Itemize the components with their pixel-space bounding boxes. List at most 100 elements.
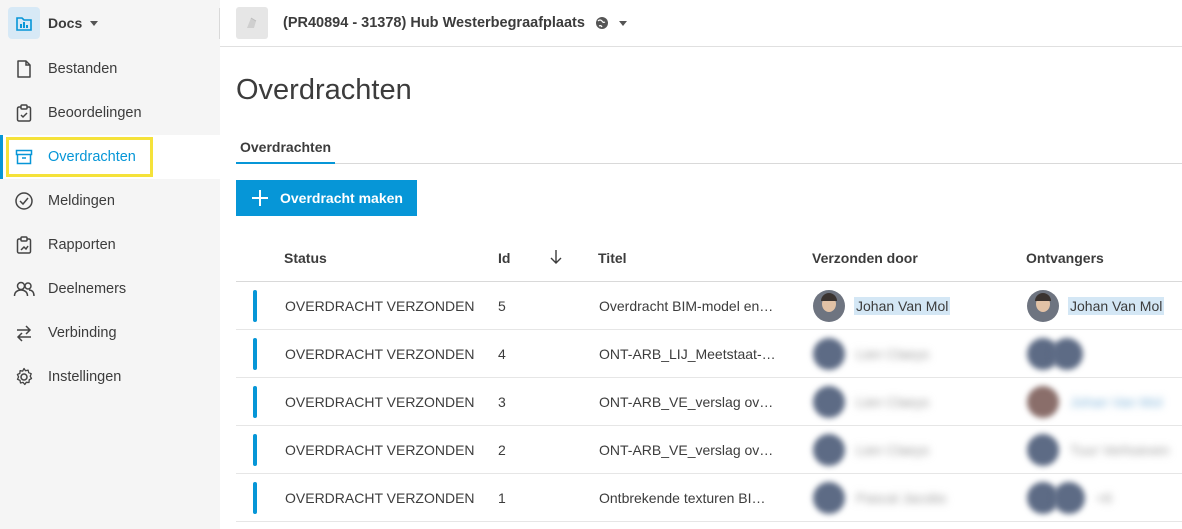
report-icon: [12, 233, 36, 257]
avatar: [813, 338, 845, 370]
sidebar-item-label: Verbinding: [48, 325, 117, 341]
avatar: [1027, 434, 1059, 466]
column-header-recipients[interactable]: Ontvangers: [1026, 250, 1104, 266]
sidebar-item-bestanden[interactable]: Bestanden: [0, 47, 220, 91]
project-header: (PR40894 - 31378) Hub Westerbegraafplaat…: [220, 0, 1182, 47]
gear-icon: [12, 365, 36, 389]
table-row[interactable]: OVERDRACHT VERZONDEN 4 ONT-ARB_LIJ_Meets…: [236, 330, 1182, 378]
table-header: Status Id Titel Verzonden door Ontvanger…: [236, 234, 1182, 282]
status-cell: OVERDRACHT VERZONDEN: [285, 394, 475, 410]
recipient-name[interactable]: Johan Van Mol: [1068, 297, 1165, 315]
sidebar: Docs Bestanden Beoordelingen Overdrachte…: [0, 0, 220, 529]
recipient-name[interactable]: Tuur Verhoeven: [1068, 441, 1171, 459]
sidebar-item-label: Bestanden: [48, 61, 118, 77]
avatar: [813, 434, 845, 466]
globe-icon: [595, 17, 608, 29]
clipboard-icon: [12, 101, 36, 125]
active-indicator: [0, 135, 3, 179]
table-row[interactable]: OVERDRACHT VERZONDEN 1 Ontbrekende textu…: [236, 474, 1182, 522]
title-cell[interactable]: ONT-ARB_LIJ_Meetstaat-…: [599, 346, 781, 362]
plus-icon: [252, 190, 268, 206]
avatar: [1051, 338, 1083, 370]
avatar: [813, 482, 845, 514]
status-cell: OVERDRACHT VERZONDEN: [285, 490, 475, 506]
recipient: Tuur Verhoeven: [1027, 434, 1171, 466]
table-row[interactable]: OVERDRACHT VERZONDEN 3 ONT-ARB_VE_versla…: [236, 378, 1182, 426]
table-row[interactable]: OVERDRACHT VERZONDEN 2 ONT-ARB_VE_versla…: [236, 426, 1182, 474]
recipient-name[interactable]: [1092, 353, 1096, 355]
create-transmittal-label: Overdracht maken: [280, 190, 403, 206]
sidebar-item-verbinding[interactable]: Verbinding: [0, 311, 220, 355]
app-switcher[interactable]: Docs: [0, 0, 220, 46]
sidebar-item-overdrachten[interactable]: Overdrachten: [0, 135, 220, 179]
sidebar-item-meldingen[interactable]: Meldingen: [0, 179, 220, 223]
file-icon: [12, 57, 36, 81]
status-indicator: [253, 482, 257, 514]
page-title: Overdrachten: [236, 74, 412, 106]
sidebar-item-rapporten[interactable]: Rapporten: [0, 223, 220, 267]
avatar: [1027, 290, 1059, 322]
sender-name[interactable]: Lien Claeys: [854, 393, 931, 411]
sort-descending-icon[interactable]: [550, 249, 562, 268]
id-cell: 2: [498, 442, 506, 458]
project-thumbnail-icon: [236, 7, 268, 39]
recipient: [1027, 338, 1096, 370]
check-circle-icon: [12, 189, 36, 213]
title-cell[interactable]: ONT-ARB_VE_verslag ove…: [599, 442, 781, 458]
avatar: [813, 290, 845, 322]
status-indicator: [253, 338, 257, 370]
status-indicator: [253, 290, 257, 322]
status-cell: OVERDRACHT VERZONDEN: [285, 298, 475, 314]
column-header-status[interactable]: Status: [284, 250, 327, 266]
sidebar-item-label: Rapporten: [48, 237, 116, 253]
tab-overdrachten[interactable]: Overdrachten: [236, 133, 336, 164]
sender: Lien Claeys: [813, 338, 931, 370]
sidebar-item-instellingen[interactable]: Instellingen: [0, 355, 220, 399]
sidebar-item-label: Instellingen: [48, 369, 122, 385]
column-header-id[interactable]: Id: [498, 250, 510, 266]
avatar: [1027, 386, 1059, 418]
create-transmittal-button[interactable]: Overdracht maken: [236, 180, 417, 216]
status-indicator: [253, 434, 257, 466]
title-cell[interactable]: ONT-ARB_VE_verslag ove…: [599, 394, 781, 410]
sidebar-item-label: Deelnemers: [48, 281, 127, 297]
title-cell[interactable]: Overdracht BIM-model en…: [599, 298, 781, 314]
arrows-icon: [12, 321, 36, 345]
id-cell: 3: [498, 394, 506, 410]
project-selector[interactable]: (PR40894 - 31378) Hub Westerbegraafplaat…: [283, 15, 585, 31]
table-row[interactable]: OVERDRACHT VERZONDEN 5 Overdracht BIM-mo…: [236, 282, 1182, 330]
column-header-sent-by[interactable]: Verzonden door: [812, 250, 918, 266]
sidebar-item-beoordelingen[interactable]: Beoordelingen: [0, 91, 220, 135]
sender-name[interactable]: Pascal Jacobs: [854, 489, 948, 507]
avatar: [813, 386, 845, 418]
sender-name[interactable]: Lien Claeys: [854, 441, 931, 459]
recipient: Johan Van Mol: [1027, 386, 1164, 418]
app-name: Docs: [48, 15, 83, 31]
highlight-box: [6, 137, 153, 177]
sender: Johan Van Mol: [813, 290, 951, 322]
sidebar-item-label: Meldingen: [48, 193, 115, 209]
chevron-down-icon: [90, 20, 99, 26]
id-cell: 4: [498, 346, 506, 362]
id-cell: 1: [498, 490, 506, 506]
sidebar-item-label: Beoordelingen: [48, 105, 142, 121]
status-cell: OVERDRACHT VERZONDEN: [285, 442, 475, 458]
column-header-title[interactable]: Titel: [598, 250, 627, 266]
title-cell[interactable]: Ontbrekende texturen BI…: [599, 490, 781, 506]
recipient-name[interactable]: Johan Van Mol: [1068, 393, 1164, 411]
recipient: +6: [1027, 482, 1114, 514]
status-cell: OVERDRACHT VERZONDEN: [285, 346, 475, 362]
sender-name[interactable]: Johan Van Mol: [854, 297, 951, 315]
sidebar-nav: Bestanden Beoordelingen Overdrachten Mel…: [0, 47, 220, 399]
status-indicator: [253, 386, 257, 418]
sidebar-item-deelnemers[interactable]: Deelnemers: [0, 267, 220, 311]
chevron-down-icon[interactable]: [618, 20, 627, 26]
sender-name[interactable]: Lien Claeys: [854, 345, 931, 363]
transmittals-table: Status Id Titel Verzonden door Ontvanger…: [236, 234, 1182, 522]
people-icon: [12, 277, 36, 301]
sender: Lien Claeys: [813, 386, 931, 418]
avatar: [1053, 482, 1085, 514]
recipient-name[interactable]: +6: [1094, 489, 1114, 507]
docs-logo-icon: [8, 7, 40, 39]
id-cell: 5: [498, 298, 506, 314]
